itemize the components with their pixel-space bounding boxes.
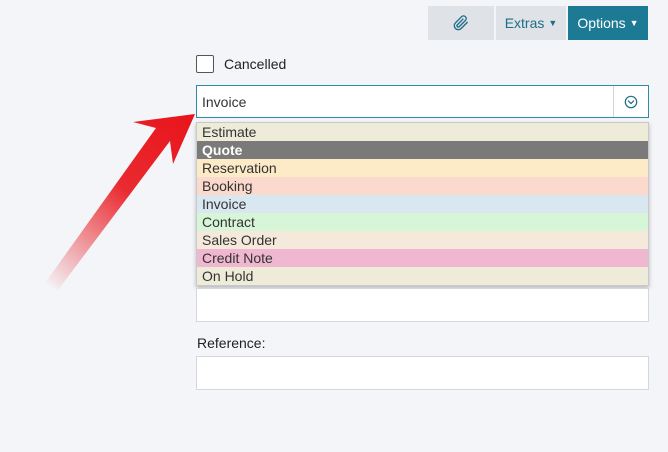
arrow-shape — [45, 114, 195, 290]
document-type-select[interactable]: Invoice — [196, 85, 649, 118]
extras-label: Extras — [504, 15, 545, 31]
attach-button[interactable] — [428, 6, 494, 40]
dropdown-option[interactable]: Credit Note — [197, 249, 648, 267]
cancelled-row: Cancelled — [196, 55, 286, 73]
caret-down-icon: ▼ — [548, 18, 558, 28]
text-field[interactable] — [196, 288, 649, 322]
extras-button[interactable]: Extras ▼ — [496, 6, 566, 40]
dropdown-option[interactable]: Quote — [197, 141, 648, 159]
options-button[interactable]: Options ▼ — [568, 6, 648, 40]
dropdown-option[interactable]: Estimate — [197, 123, 648, 141]
toolbar: Extras ▼ Options ▼ — [428, 6, 648, 40]
dropdown-option[interactable]: Reservation — [197, 159, 648, 177]
dropdown-option[interactable]: Sales Order — [197, 231, 648, 249]
caret-down-icon: ▼ — [629, 18, 639, 28]
reference-input[interactable] — [196, 356, 649, 390]
dropdown-option[interactable]: On Hold — [197, 267, 648, 285]
reference-label: Reference: — [197, 335, 266, 351]
chevron-down-circle-icon — [624, 95, 638, 108]
dropdown-option[interactable]: Invoice — [197, 195, 648, 213]
options-label: Options — [577, 15, 626, 31]
document-type-dropdown: Estimate Quote Reservation Booking Invoice Co… — [196, 122, 649, 286]
paperclip-icon — [453, 15, 468, 31]
cancelled-checkbox[interactable] — [196, 55, 214, 73]
cancelled-label: Cancelled — [224, 56, 287, 72]
dropdown-toggle[interactable] — [613, 86, 648, 117]
dropdown-option[interactable]: Contract — [197, 213, 648, 231]
dropdown-option[interactable]: Booking — [197, 177, 648, 195]
document-type-value: Invoice — [202, 93, 247, 110]
